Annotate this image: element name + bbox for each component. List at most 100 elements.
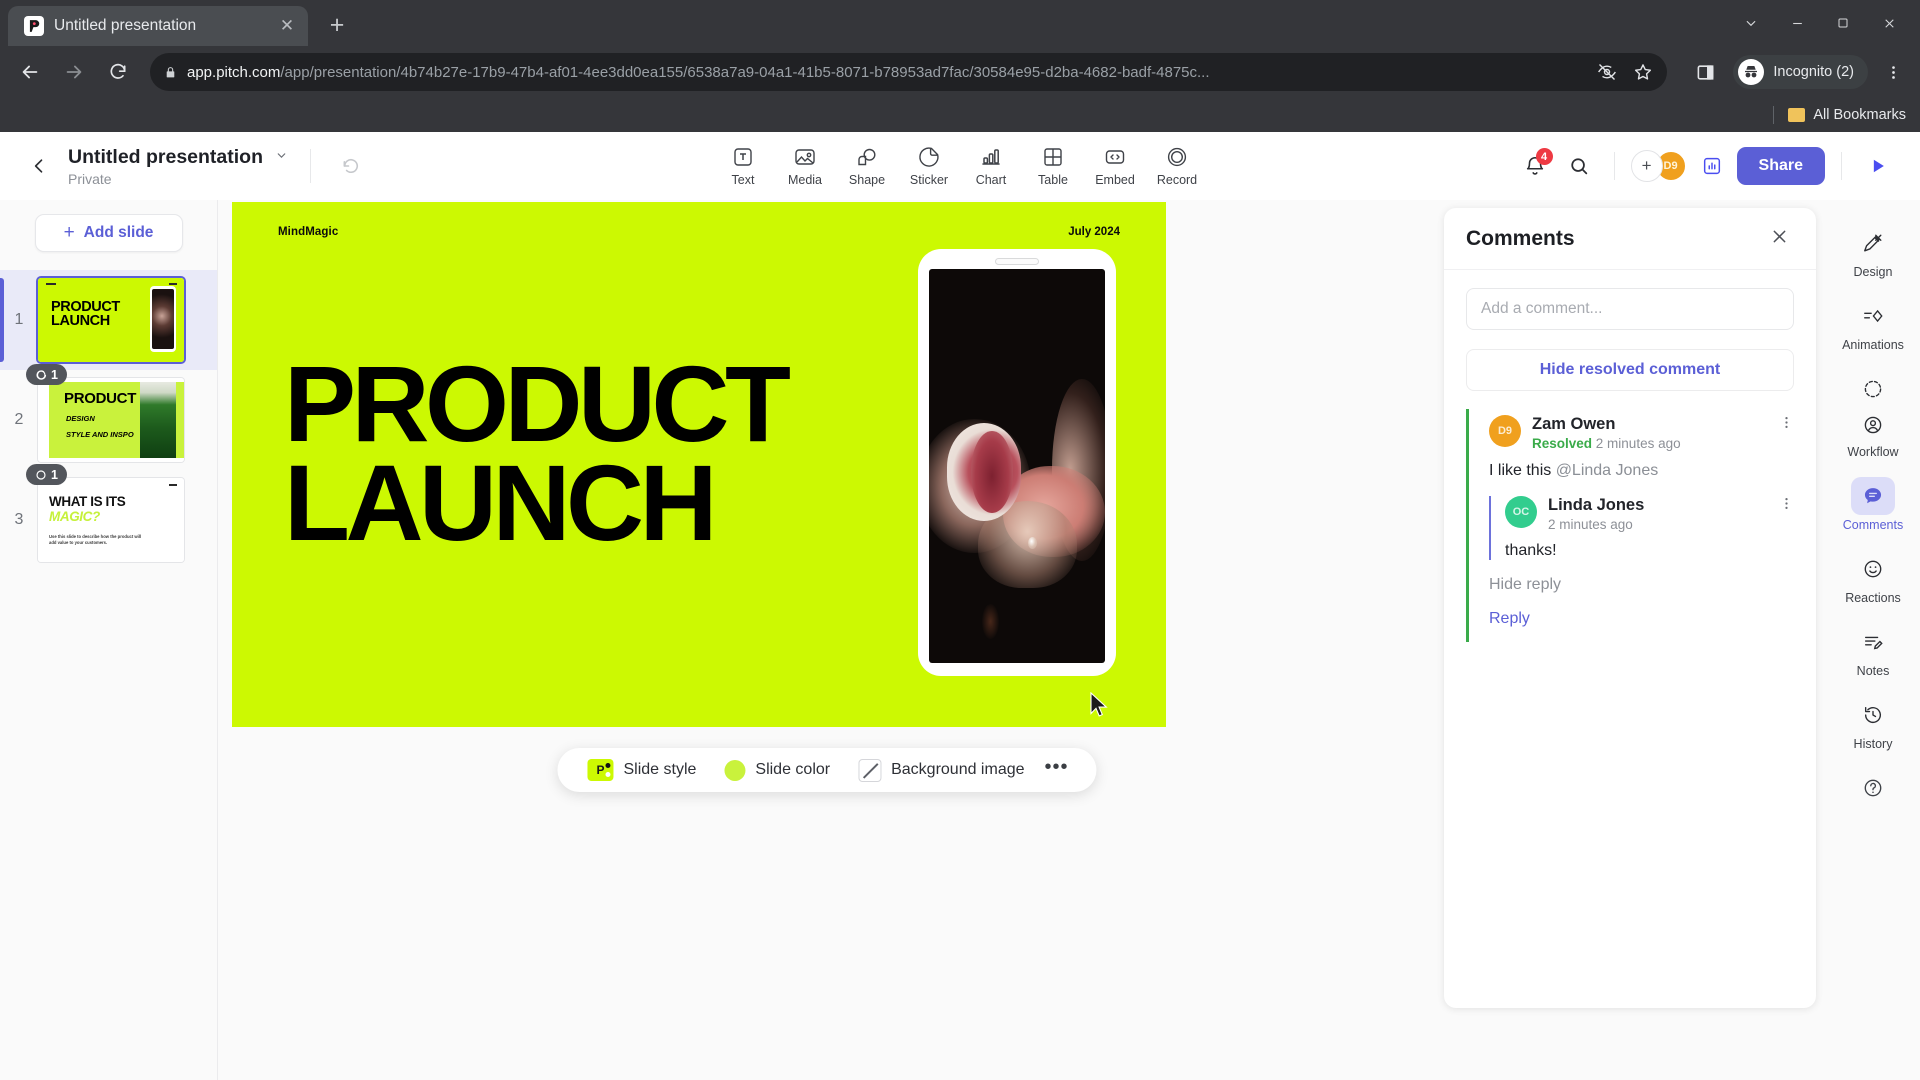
present-play-button[interactable] bbox=[1858, 147, 1898, 185]
undo-button[interactable] bbox=[333, 148, 369, 184]
slide-canvas[interactable]: MindMagic July 2024 PRODUCT LAUNCH bbox=[232, 202, 1166, 727]
chrome-menu-icon[interactable] bbox=[1876, 55, 1910, 89]
rail-item-notes[interactable]: Notes bbox=[1834, 617, 1912, 686]
slide-thumbnail-2[interactable]: 1 2 PRODUCT DESIGN STYLE AND INSPO bbox=[0, 364, 217, 470]
tool-embed[interactable]: Embed bbox=[1086, 141, 1144, 191]
bookmarks-folder-icon[interactable] bbox=[1788, 108, 1806, 122]
tracking-protection-icon[interactable] bbox=[1597, 62, 1617, 82]
help-icon[interactable] bbox=[1851, 769, 1895, 807]
tool-media[interactable]: Media bbox=[776, 141, 834, 191]
header-divider bbox=[1841, 152, 1842, 180]
rail-label: Comments bbox=[1842, 518, 1904, 532]
slide-thumb-canvas: WHAT IS ITS MAGIC? Use this slide to des… bbox=[38, 478, 184, 562]
slide-title[interactable]: PRODUCT LAUNCH bbox=[284, 350, 791, 557]
window-close-button[interactable] bbox=[1866, 6, 1912, 40]
rail-item-animations[interactable]: Animations bbox=[1834, 291, 1912, 360]
search-icon[interactable] bbox=[1560, 147, 1598, 185]
comments-body: Hide resolved comment D9 Zam Owen Resolv… bbox=[1444, 270, 1816, 642]
comment-author-block: Zam Owen Resolved 2 minutes ago bbox=[1532, 415, 1767, 451]
forward-button[interactable] bbox=[54, 52, 94, 92]
bookmark-star-icon[interactable] bbox=[1633, 62, 1653, 82]
slide-color-button[interactable]: Slide color bbox=[710, 748, 844, 792]
slide-date-label[interactable]: July 2024 bbox=[1068, 226, 1120, 238]
add-slide-button[interactable]: + Add slide bbox=[34, 214, 183, 252]
thumb-title: WHAT IS ITS bbox=[49, 494, 126, 509]
rail-item-comments[interactable]: Comments bbox=[1834, 471, 1912, 540]
thumb-subtitle-1: DESIGN bbox=[66, 414, 95, 423]
notifications-button[interactable]: 4 bbox=[1516, 147, 1554, 185]
rail-item-history[interactable]: History bbox=[1834, 690, 1912, 759]
new-tab-button[interactable]: + bbox=[322, 11, 352, 40]
browser-tab[interactable]: Untitled presentation ✕ bbox=[8, 6, 308, 46]
tool-record[interactable]: Record bbox=[1148, 141, 1206, 191]
background-image-label: Background image bbox=[891, 761, 1025, 778]
reload-button[interactable] bbox=[98, 52, 138, 92]
tool-sticker[interactable]: Sticker bbox=[900, 141, 958, 191]
pitch-app: Untitled presentation Private Text Media bbox=[0, 132, 1920, 1080]
document-privacy-label: Private bbox=[68, 170, 112, 187]
tab-strip: Untitled presentation ✕ + bbox=[0, 0, 1920, 46]
slide-thumbnail-3[interactable]: 1 3 WHAT IS ITS MAGIC? Use this slide to… bbox=[0, 464, 217, 570]
slide-thumbnail-1[interactable]: 1 PRODUCT LAUNCH bbox=[0, 270, 217, 370]
tab-close-icon[interactable]: ✕ bbox=[276, 16, 298, 36]
header-divider bbox=[1613, 152, 1615, 180]
incognito-profile-button[interactable]: Incognito (2) bbox=[1733, 55, 1868, 89]
rail-label: Notes bbox=[1856, 664, 1890, 678]
slide-number: 1 bbox=[14, 311, 24, 328]
bookmarks-bar: All Bookmarks bbox=[0, 98, 1920, 132]
comment-author: Zam Owen bbox=[1532, 415, 1616, 433]
comment-menu-icon[interactable] bbox=[1778, 415, 1794, 430]
phone-speaker-notch bbox=[995, 258, 1039, 265]
phone-mockup[interactable] bbox=[918, 249, 1116, 676]
slide-brand-label[interactable]: MindMagic bbox=[278, 226, 338, 238]
tool-text[interactable]: Text bbox=[714, 141, 772, 191]
document-title-row: Untitled presentation bbox=[68, 146, 288, 169]
comment-icon bbox=[36, 469, 46, 480]
tool-table[interactable]: Table bbox=[1024, 141, 1082, 191]
lock-icon bbox=[164, 66, 177, 79]
reply-link[interactable]: Reply bbox=[1489, 610, 1794, 628]
reply-author: Linda Jones bbox=[1548, 495, 1645, 514]
hide-resolved-comment-button[interactable]: Hide resolved comment bbox=[1466, 349, 1794, 391]
avatar[interactable]: OC bbox=[1505, 495, 1537, 528]
more-options-icon[interactable]: ••• bbox=[1039, 757, 1081, 777]
comment-count-badge: 1 bbox=[26, 364, 67, 385]
avatar[interactable]: D9 bbox=[1489, 415, 1521, 447]
canvas-area: MindMagic July 2024 PRODUCT LAUNCH P Sli… bbox=[218, 200, 1436, 1080]
side-panel-icon[interactable] bbox=[1685, 52, 1725, 92]
tool-chart[interactable]: Chart bbox=[962, 141, 1020, 191]
analytics-icon[interactable] bbox=[1693, 147, 1731, 185]
chevron-down-icon[interactable] bbox=[275, 149, 288, 165]
rail-item-workflow[interactable]: Workflow bbox=[1834, 364, 1912, 467]
comment-count: 1 bbox=[51, 467, 58, 482]
tab-search-caret-icon[interactable] bbox=[1728, 6, 1774, 40]
add-comment-input[interactable] bbox=[1466, 288, 1794, 330]
page-title[interactable]: Untitled presentation bbox=[68, 146, 263, 169]
add-collaborator-button[interactable]: + bbox=[1630, 150, 1663, 182]
close-icon[interactable] bbox=[1764, 226, 1794, 252]
tool-shape[interactable]: Shape bbox=[838, 141, 896, 191]
url-path: /app/presentation/4b74b27e-17b9-47b4-af0… bbox=[280, 63, 1210, 81]
share-button[interactable]: Share bbox=[1736, 147, 1825, 185]
incognito-icon bbox=[1738, 59, 1765, 85]
hide-reply-link[interactable]: Hide reply bbox=[1489, 576, 1794, 594]
slide-style-button[interactable]: P Slide style bbox=[573, 748, 710, 792]
thumb-image bbox=[140, 382, 176, 458]
thumb-dash bbox=[169, 484, 177, 486]
insert-toolbar: Text Media Shape Sticker Chart Table Emb… bbox=[714, 141, 1206, 191]
background-image-button[interactable]: Background image bbox=[844, 748, 1038, 792]
all-bookmarks-label[interactable]: All Bookmarks bbox=[1813, 107, 1906, 123]
reply-menu-icon[interactable] bbox=[1778, 496, 1794, 511]
design-icon bbox=[1851, 224, 1895, 262]
add-slide-label: Add slide bbox=[83, 224, 154, 241]
back-button[interactable] bbox=[10, 52, 50, 92]
rail-item-reactions[interactable]: Reactions bbox=[1834, 544, 1912, 613]
comment-mention[interactable]: @Linda Jones bbox=[1556, 462, 1659, 479]
back-to-workspace-button[interactable] bbox=[22, 149, 56, 183]
address-bar[interactable]: app.pitch.com/app/presentation/4b74b27e-… bbox=[150, 53, 1668, 91]
comments-icon bbox=[1851, 477, 1895, 515]
rail-item-design[interactable]: Design bbox=[1834, 218, 1912, 287]
window-maximize-button[interactable] bbox=[1820, 6, 1866, 40]
slide-thumb-canvas: PRODUCT DESIGN STYLE AND INSPO bbox=[38, 378, 184, 462]
window-minimize-button[interactable] bbox=[1774, 6, 1820, 40]
